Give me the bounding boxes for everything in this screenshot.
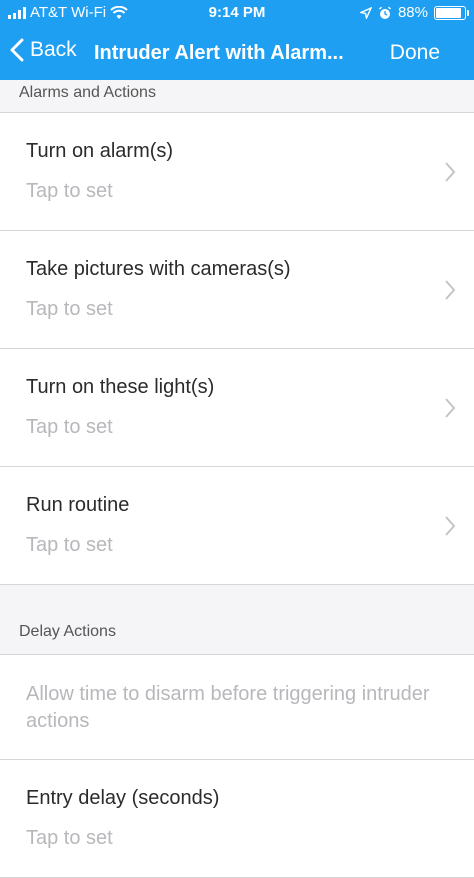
back-label: Back: [30, 38, 77, 61]
done-button[interactable]: Done: [390, 41, 440, 65]
status-bar: AT&T Wi-Fi 9:14 PM 88%: [0, 0, 474, 26]
row-entry-delay[interactable]: Entry delay (seconds) Tap to set: [0, 760, 474, 878]
app-header: AT&T Wi-Fi 9:14 PM 88% Back Intruder Ale…: [0, 0, 474, 80]
row-take-pictures[interactable]: Take pictures with cameras(s) Tap to set: [0, 231, 474, 349]
alarm-clock-icon: [378, 6, 391, 19]
delay-description-text: Allow time to disarm before triggering i…: [26, 683, 430, 732]
row-subtitle: Tap to set: [26, 827, 113, 849]
location-arrow-icon: [359, 6, 372, 19]
row-title: Take pictures with cameras(s): [26, 258, 291, 280]
battery-fill: [436, 7, 461, 18]
page-title: Intruder Alert with Alarm...: [94, 42, 344, 64]
chevron-right-icon: [445, 280, 456, 300]
row-run-routine[interactable]: Run routine Tap to set: [0, 467, 474, 585]
row-title: Run routine: [26, 494, 130, 516]
chevron-right-icon: [445, 398, 456, 418]
row-subtitle: Tap to set: [26, 180, 113, 202]
back-button[interactable]: Back: [10, 38, 77, 62]
navigation-bar: Back Intruder Alert with Alarm... Done: [0, 34, 474, 74]
battery-icon: [434, 5, 469, 20]
row-title: Turn on these light(s): [26, 376, 215, 398]
status-right: 88%: [359, 4, 469, 21]
row-subtitle: Tap to set: [26, 416, 113, 438]
row-title: Turn on alarm(s): [26, 140, 174, 162]
section-header-delay-actions: Delay Actions: [0, 586, 474, 654]
row-turn-on-alarms[interactable]: Turn on alarm(s) Tap to set: [0, 113, 474, 231]
row-title: Entry delay (seconds): [26, 787, 220, 809]
row-subtitle: Tap to set: [26, 534, 113, 556]
section-header-alarms-actions: Alarms and Actions: [0, 80, 474, 112]
row-turn-on-lights[interactable]: Turn on these light(s) Tap to set: [0, 349, 474, 467]
delay-description: Allow time to disarm before triggering i…: [0, 655, 474, 760]
chevron-left-icon: [10, 38, 24, 62]
row-subtitle: Tap to set: [26, 298, 113, 320]
chevron-right-icon: [445, 162, 456, 182]
chevron-right-icon: [445, 516, 456, 536]
battery-percent: 88%: [397, 4, 428, 21]
